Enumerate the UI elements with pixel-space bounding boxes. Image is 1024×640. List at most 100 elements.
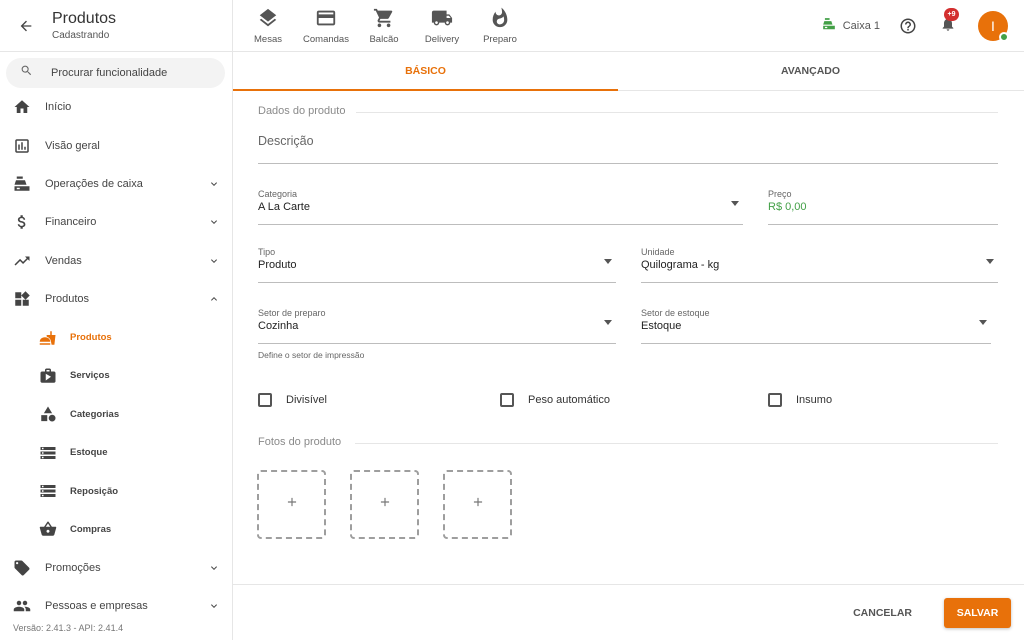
tipo-select[interactable]: Tipo Produto [258, 247, 616, 283]
unidade-select[interactable]: Unidade Quilograma - kg [641, 247, 998, 283]
divisivel-checkbox[interactable]: Divisível [258, 393, 327, 407]
description-field[interactable] [258, 124, 998, 164]
cash-register-icon [13, 175, 31, 193]
checkbox-label: Insumo [796, 394, 833, 406]
search-icon [20, 64, 33, 82]
checkbox-box[interactable] [768, 393, 782, 407]
sidebar-item-visao-geral[interactable]: Visão geral [0, 126, 232, 164]
dropdown-arrow-icon [604, 259, 612, 264]
topnav-balcao[interactable]: Balcão [355, 7, 413, 45]
product-form: Dados do produto Categoria A La Carte Pr… [233, 91, 1024, 584]
layers-icon [256, 7, 280, 29]
notifications-button[interactable]: +9 [938, 8, 959, 36]
topnav-label: Delivery [424, 33, 460, 45]
form-footer: CANCELAR SALVAR [233, 584, 1024, 640]
sidebar-subitem-categorias[interactable]: Categorias [0, 395, 232, 433]
setor-preparo-helper: Define o setor de impressão [258, 350, 365, 360]
photo-upload-slot[interactable] [257, 470, 326, 539]
tab-basico[interactable]: BÁSICO [233, 52, 618, 91]
checkbox-label: Divisível [286, 394, 327, 406]
section-title-fotos: Fotos do produto [258, 436, 342, 448]
dollar-icon [13, 213, 31, 231]
sidebar-item-promocoes[interactable]: Promoções [0, 549, 232, 587]
setor-estoque-select[interactable]: Setor de estoque Estoque [641, 308, 991, 344]
sidebar-item-label: Visão geral [45, 139, 100, 152]
description-input[interactable] [258, 124, 998, 148]
sidebar-subitem-label: Serviços [70, 370, 110, 382]
sidebar-subitem-reposicao[interactable]: Reposição [0, 472, 232, 510]
chevron-up-icon [208, 293, 220, 305]
cancel-button[interactable]: CANCELAR [845, 599, 920, 627]
unidade-label: Unidade [641, 247, 675, 257]
sidebar-item-label: Operações de caixa [45, 177, 143, 190]
section-divider [356, 112, 998, 113]
chevron-down-icon [208, 600, 220, 612]
sidebar-item-financeiro[interactable]: Financeiro [0, 203, 232, 241]
topnav-preparo[interactable]: Preparo [471, 7, 529, 45]
dropdown-arrow-icon [979, 320, 987, 325]
insumo-checkbox[interactable]: Insumo [768, 393, 832, 407]
people-icon [13, 597, 31, 615]
section-divider [355, 443, 998, 444]
sidebar-item-label: Financeiro [45, 216, 97, 229]
sidebar-item-inicio[interactable]: Início [0, 88, 232, 126]
arrow-back-icon[interactable] [16, 16, 36, 36]
version-text: Versão: 2.41.3 - API: 2.41.4 [13, 623, 124, 633]
dropdown-arrow-icon [604, 320, 612, 325]
setor-estoque-value: Estoque [641, 320, 682, 332]
photo-upload-slot[interactable] [443, 470, 512, 539]
page-heading: Produtos Cadastrando [52, 10, 116, 42]
page-title: Produtos [52, 9, 117, 27]
categoria-value: A La Carte [258, 201, 310, 213]
trending-up-icon [13, 252, 31, 270]
categoria-select[interactable]: Categoria A La Carte [258, 189, 743, 225]
tipo-label: Tipo [258, 247, 276, 257]
search-box[interactable] [6, 58, 225, 88]
notification-badge: +9 [944, 8, 959, 21]
caixa-button[interactable]: Caixa 1 [822, 17, 880, 36]
chevron-down-icon [208, 255, 220, 267]
form-tabs: BÁSICO AVANÇADO [233, 52, 1024, 91]
sidebar-subitem-estoque[interactable]: Estoque [0, 434, 232, 472]
preco-field[interactable]: Preço R$ 0,00 [768, 189, 998, 225]
topnav-comandas[interactable]: Comandas [297, 7, 355, 45]
storage-icon [39, 482, 57, 500]
briefcase-icon [39, 367, 57, 385]
food-icon [39, 329, 57, 347]
checkbox-box[interactable] [500, 393, 514, 407]
topnav-mesas[interactable]: Mesas [239, 7, 297, 45]
setor-preparo-select[interactable]: Setor de preparo Cozinha [258, 308, 616, 344]
tab-avancado[interactable]: AVANÇADO [618, 52, 1003, 90]
sidebar-subitem-compras[interactable]: Compras [0, 510, 232, 548]
plus-icon [378, 495, 392, 514]
search-input[interactable] [51, 67, 201, 79]
sidebar-item-pessoas-empresas[interactable]: Pessoas e empresas [0, 587, 232, 625]
photo-upload-slot[interactable] [350, 470, 419, 539]
sidebar-subitem-label: Produtos [70, 332, 112, 344]
sidebar-subitem-label: Categorias [70, 408, 120, 420]
top-nav: Mesas Comandas Balcão Delivery Preparo [239, 7, 529, 45]
topnav-delivery[interactable]: Delivery [413, 7, 471, 45]
help-icon[interactable] [898, 16, 918, 36]
sidebar-item-label: Produtos [45, 293, 90, 306]
peso-automatico-checkbox[interactable]: Peso automático [500, 393, 610, 407]
tipo-value: Produto [258, 259, 297, 271]
sidebar-item-vendas[interactable]: Vendas [0, 242, 232, 280]
top-right-actions: Caixa 1 +9 I [822, 0, 1024, 52]
sidebar-item-operacoes-caixa[interactable]: Operações de caixa [0, 165, 232, 203]
save-button[interactable]: SALVAR [944, 598, 1011, 628]
checkbox-label: Peso automático [528, 394, 610, 406]
setor-estoque-label: Setor de estoque [641, 308, 710, 318]
sidebar-subitem-produtos[interactable]: Produtos [0, 318, 232, 356]
topnav-label: Mesas [254, 33, 282, 45]
plus-icon [471, 495, 485, 514]
avatar[interactable]: I [978, 11, 1009, 42]
home-icon [13, 98, 31, 116]
sidebar-nav: Início Visão geral Operações de caixa Fi… [0, 88, 232, 625]
checkbox-box[interactable] [258, 393, 272, 407]
sidebar-subitem-servicos[interactable]: Serviços [0, 357, 232, 395]
card-icon [314, 7, 338, 29]
sidebar-item-label: Promoções [45, 561, 101, 574]
preco-value: R$ 0,00 [768, 201, 807, 213]
sidebar-item-produtos[interactable]: Produtos [0, 280, 232, 318]
